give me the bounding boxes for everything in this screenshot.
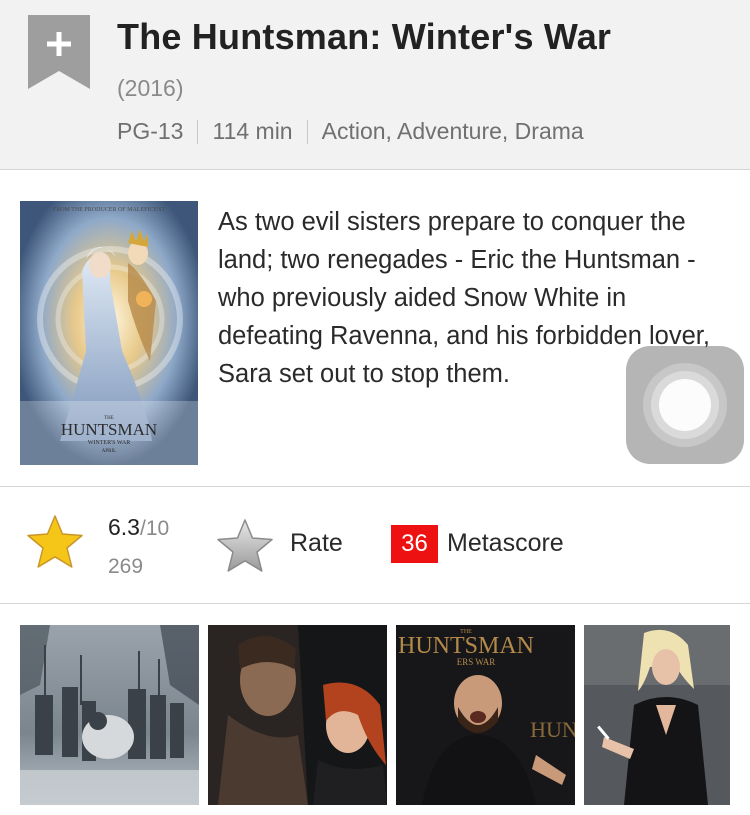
metascore-badge: 36 <box>391 525 438 563</box>
movie-title: The Huntsman: Winter's War <box>117 16 612 57</box>
star-filled-icon <box>26 514 84 575</box>
photo-logo: HUNTSMAN <box>398 633 534 659</box>
gallery-photo[interactable] <box>208 625 387 805</box>
genres: Action, Adventure, Drama <box>321 118 584 144</box>
movie-meta: PG-13 114 min Action, Adventure, Drama <box>117 118 584 145</box>
rating-votes: 269 <box>108 555 144 578</box>
movie-poster[interactable]: FROM THE PRODUCER OF MALEFICENT THE HUNT… <box>20 201 198 465</box>
divider <box>306 119 308 144</box>
gallery-photo[interactable] <box>584 625 730 805</box>
photo-gallery: THE HUNTSMAN ERS WAR HUN <box>20 625 730 805</box>
rate-button[interactable]: Rate <box>290 529 343 558</box>
bookmark-add-icon[interactable] <box>28 15 90 89</box>
runtime: 114 min <box>212 118 293 144</box>
poster-date: APRIL <box>102 449 116 454</box>
star-outline-icon[interactable] <box>216 518 274 579</box>
movie-year: (2016) <box>117 75 184 101</box>
poster-logo: HUNTSMAN <box>61 420 157 439</box>
assistive-touch-icon[interactable] <box>626 346 744 464</box>
assistive-touch-center <box>659 379 711 431</box>
photo-backdrop-text: HUN <box>530 717 575 742</box>
content-rating: PG-13 <box>117 118 184 144</box>
rating-out-of: /10 <box>139 517 170 540</box>
user-rating: 6.3/10 <box>108 514 169 541</box>
divider <box>197 119 199 144</box>
photo-logo-sub: ERS WAR <box>457 657 496 667</box>
gallery-photo[interactable] <box>20 625 199 805</box>
title-header: The Huntsman: Winter's War (2016) PG-13 … <box>0 0 750 170</box>
poster-tagline: FROM THE PRODUCER OF MALEFICENT <box>53 207 166 213</box>
gallery-photo[interactable]: THE HUNTSMAN ERS WAR HUN <box>396 625 575 805</box>
metascore-label: Metascore <box>447 529 564 557</box>
rating-score: 6.3 <box>108 514 140 540</box>
ratings-bar: 6.3/10 269 Rate 36 Metascore <box>0 488 750 604</box>
poster-logo-sub: WINTER'S WAR <box>88 440 130 446</box>
